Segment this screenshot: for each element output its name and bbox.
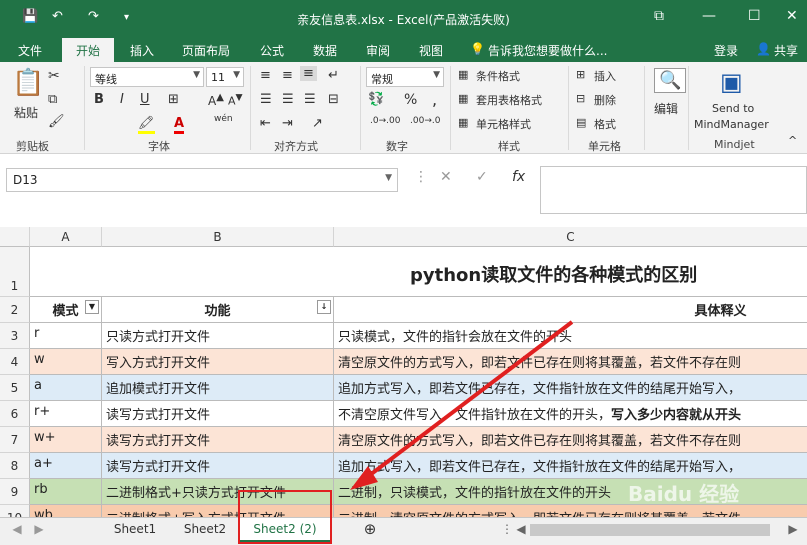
- watermark: Baidu 经验: [628, 482, 740, 506]
- annotation-arrow: [350, 320, 574, 490]
- arrow-shaft: [364, 320, 574, 480]
